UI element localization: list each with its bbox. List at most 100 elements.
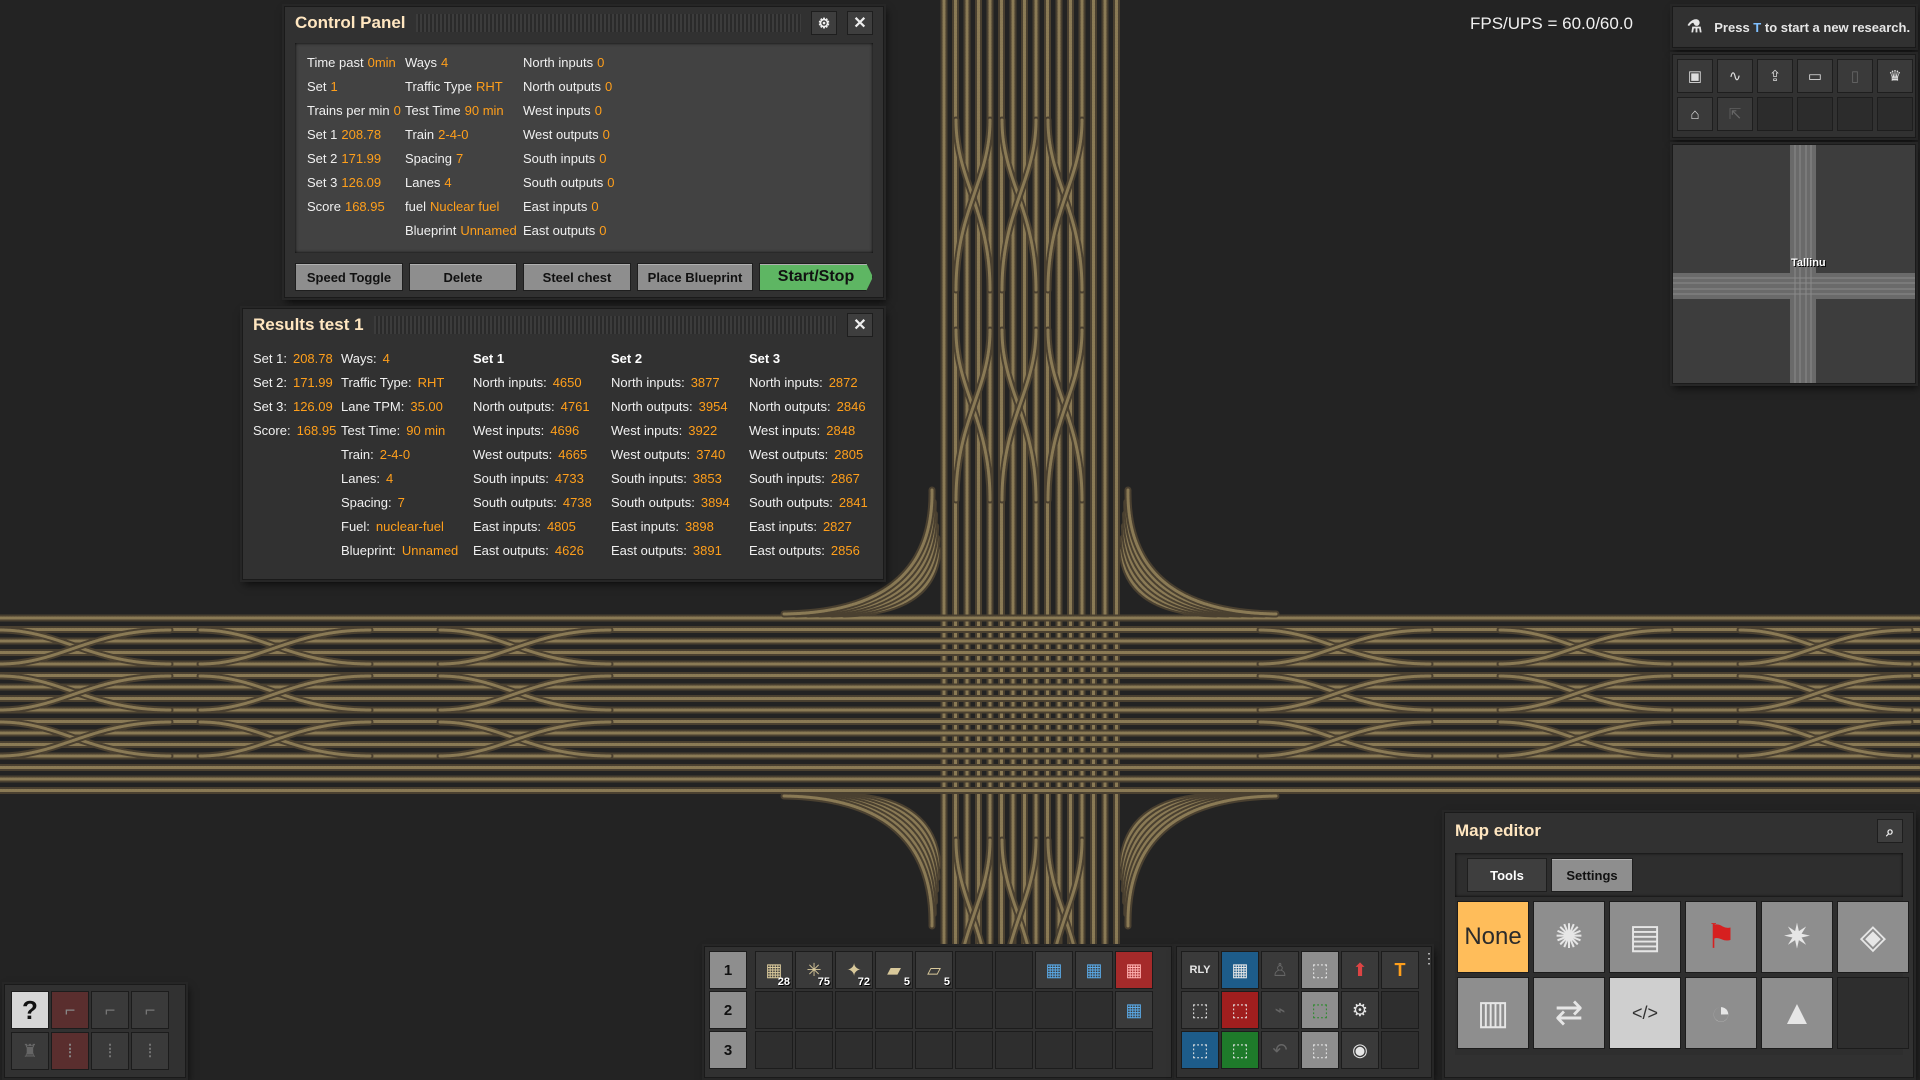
- rail-planner-icon[interactable]: RLY: [1181, 951, 1219, 989]
- empty-quickbar-slot[interactable]: [1115, 1031, 1153, 1069]
- paste-icon[interactable]: ⬚: [1181, 1031, 1219, 1069]
- tool-none[interactable]: None: [1457, 901, 1529, 973]
- empty-quickbar-slot[interactable]: [1035, 991, 1073, 1029]
- locomotive-icon[interactable]: ▰ 5: [875, 951, 913, 989]
- stat-value: 0: [602, 127, 610, 142]
- start-stop-button[interactable]: Start/Stop: [759, 263, 873, 291]
- production-stats-icon[interactable]: ∿: [1717, 59, 1753, 93]
- empty-quickbar-slot[interactable]: [915, 991, 953, 1029]
- resources-icon[interactable]: ▥: [1457, 977, 1529, 1049]
- map-icon[interactable]: ▣: [1677, 59, 1713, 93]
- stat-row: East inputs: 3898: [611, 515, 735, 539]
- empty-quickbar-slot[interactable]: [995, 1031, 1033, 1069]
- delete-button[interactable]: Delete: [409, 263, 517, 291]
- empty-quickbar-slot[interactable]: [875, 1031, 913, 1069]
- ammo-slot-icon[interactable]: ⦙: [131, 1032, 169, 1070]
- tree-icon[interactable]: ✺: [1533, 901, 1605, 973]
- empty-quickbar-slot[interactable]: [795, 991, 833, 1029]
- time-icon[interactable]: ◔: [1685, 977, 1757, 1049]
- quickbar-row-number[interactable]: 2: [709, 991, 747, 1029]
- place-blueprint-button[interactable]: Place Blueprint: [637, 263, 753, 291]
- empty-quickbar-slot[interactable]: [995, 991, 1033, 1029]
- empty-quickbar-slot[interactable]: [995, 951, 1033, 989]
- speed-toggle-button[interactable]: Speed Toggle: [295, 263, 403, 291]
- empty-quickbar-slot[interactable]: [755, 1031, 793, 1069]
- empty-quickbar-slot[interactable]: [915, 1031, 953, 1069]
- spidertron-remote-icon[interactable]: ◉: [1341, 1031, 1379, 1069]
- weapon-slot-icon[interactable]: ⌐: [51, 991, 89, 1029]
- quickbar-row-number[interactable]: 1: [709, 951, 747, 989]
- help-icon[interactable]: ?: [11, 991, 49, 1029]
- tab-tools[interactable]: Tools: [1467, 858, 1547, 892]
- weapon-slot-icon[interactable]: ⌐: [91, 991, 129, 1029]
- selection-tool-icon[interactable]: ⬚: [1301, 951, 1339, 989]
- blueprint-icon[interactable]: ▦: [1035, 951, 1073, 989]
- cargo-wagon-icon[interactable]: ▱ 5: [915, 951, 953, 989]
- rail-signal-icon[interactable]: ✳ 75: [795, 951, 833, 989]
- empty-quickbar-slot[interactable]: [795, 1031, 833, 1069]
- empty-quickbar-slot[interactable]: [875, 991, 913, 1029]
- rail-icon[interactable]: ▦ 28: [755, 951, 793, 989]
- armor-slot-icon[interactable]: ♜: [11, 1032, 49, 1070]
- empty-quickbar-slot[interactable]: [955, 991, 993, 1029]
- empty-quickbar-slot[interactable]: [835, 1031, 873, 1069]
- tiles-icon[interactable]: ◈: [1837, 901, 1909, 973]
- empty-quickbar-slot[interactable]: [755, 991, 793, 1029]
- stat-row: West inputs: 3922: [611, 419, 735, 443]
- green-wire-icon[interactable]: ⬚: [1221, 1031, 1259, 1069]
- drag-handle[interactable]: [415, 14, 801, 32]
- quickbar-row-number[interactable]: 3: [709, 1031, 747, 1069]
- trains-icon[interactable]: ▯: [1837, 59, 1873, 93]
- blueprint-library-icon[interactable]: ▭: [1797, 59, 1833, 93]
- ammo-slot-icon[interactable]: ⦙: [91, 1032, 129, 1070]
- copy-icon[interactable]: ⬚: [1181, 991, 1219, 1029]
- deconstruction-planner-icon[interactable]: ▦: [1115, 951, 1153, 989]
- decoratives-icon[interactable]: ✷: [1761, 901, 1833, 973]
- results-titlebar[interactable]: Results test 1 ✕: [243, 309, 883, 341]
- control-panel-titlebar[interactable]: Control Panel ⚙ ✕: [285, 7, 883, 39]
- deconstruction-icon[interactable]: ⬚: [1221, 991, 1259, 1029]
- wire-icon[interactable]: ⌁: [1261, 991, 1299, 1029]
- settings-gear-button[interactable]: ⚙: [811, 11, 837, 35]
- logistics-icon[interactable]: ⇪: [1757, 59, 1793, 93]
- cursor-icon[interactable]: ⬆: [1341, 951, 1379, 989]
- research-notice[interactable]: ⚗ Press T to start a new research.: [1672, 6, 1916, 48]
- gear-tool-icon[interactable]: ⚙: [1341, 991, 1379, 1029]
- empty-quickbar-slot[interactable]: [1075, 1031, 1113, 1069]
- tutorial-icon[interactable]: ⌂: [1677, 97, 1713, 131]
- close-button[interactable]: ✕: [847, 313, 873, 337]
- copy-tool-icon[interactable]: T: [1381, 951, 1419, 989]
- script-icon[interactable]: </>: [1609, 977, 1681, 1049]
- chain-signal-icon[interactable]: ✦ 72: [835, 951, 873, 989]
- selection-tool-icon[interactable]: ⬚: [1301, 1031, 1339, 1069]
- kebab-menu-icon[interactable]: ⋮: [1422, 950, 1436, 967]
- empty-quickbar-slot[interactable]: [835, 991, 873, 1029]
- undo-icon[interactable]: ↶: [1261, 1031, 1299, 1069]
- empty-quickbar-slot[interactable]: [955, 951, 993, 989]
- tab-settings[interactable]: Settings: [1551, 858, 1633, 892]
- robot-icon[interactable]: ♙: [1261, 951, 1299, 989]
- clone-icon[interactable]: ⇄: [1533, 977, 1605, 1049]
- flag-icon[interactable]: ⚑: [1685, 901, 1757, 973]
- blueprint-icon[interactable]: ▦: [1075, 951, 1113, 989]
- achievements-icon[interactable]: ♛: [1877, 59, 1913, 93]
- steel-chest-button[interactable]: Steel chest: [523, 263, 631, 291]
- blueprint-icon[interactable]: ▦: [1221, 951, 1259, 989]
- permissions-icon[interactable]: ⇱: [1717, 97, 1753, 131]
- weapon-slot-icon[interactable]: ⌐: [131, 991, 169, 1029]
- entity-icon[interactable]: ▤: [1609, 901, 1681, 973]
- drag-handle[interactable]: [373, 316, 837, 334]
- upgrade-icon[interactable]: ⬚: [1301, 991, 1339, 1029]
- stat-value: 4650: [552, 375, 582, 390]
- stat-label: Lane TPM:: [341, 399, 405, 414]
- blueprint-icon[interactable]: ▦: [1115, 991, 1153, 1029]
- minimap[interactable]: Tallinu: [1672, 144, 1916, 384]
- search-icon[interactable]: ⌕: [1877, 819, 1903, 843]
- map-editor-titlebar[interactable]: Map editor ⌕: [1445, 813, 1913, 849]
- close-button[interactable]: ✕: [847, 11, 873, 35]
- empty-quickbar-slot[interactable]: [1035, 1031, 1073, 1069]
- cliff-icon[interactable]: ▲: [1761, 977, 1833, 1049]
- empty-quickbar-slot[interactable]: [1075, 991, 1113, 1029]
- ammo-slot-icon[interactable]: ⦙: [51, 1032, 89, 1070]
- empty-quickbar-slot[interactable]: [955, 1031, 993, 1069]
